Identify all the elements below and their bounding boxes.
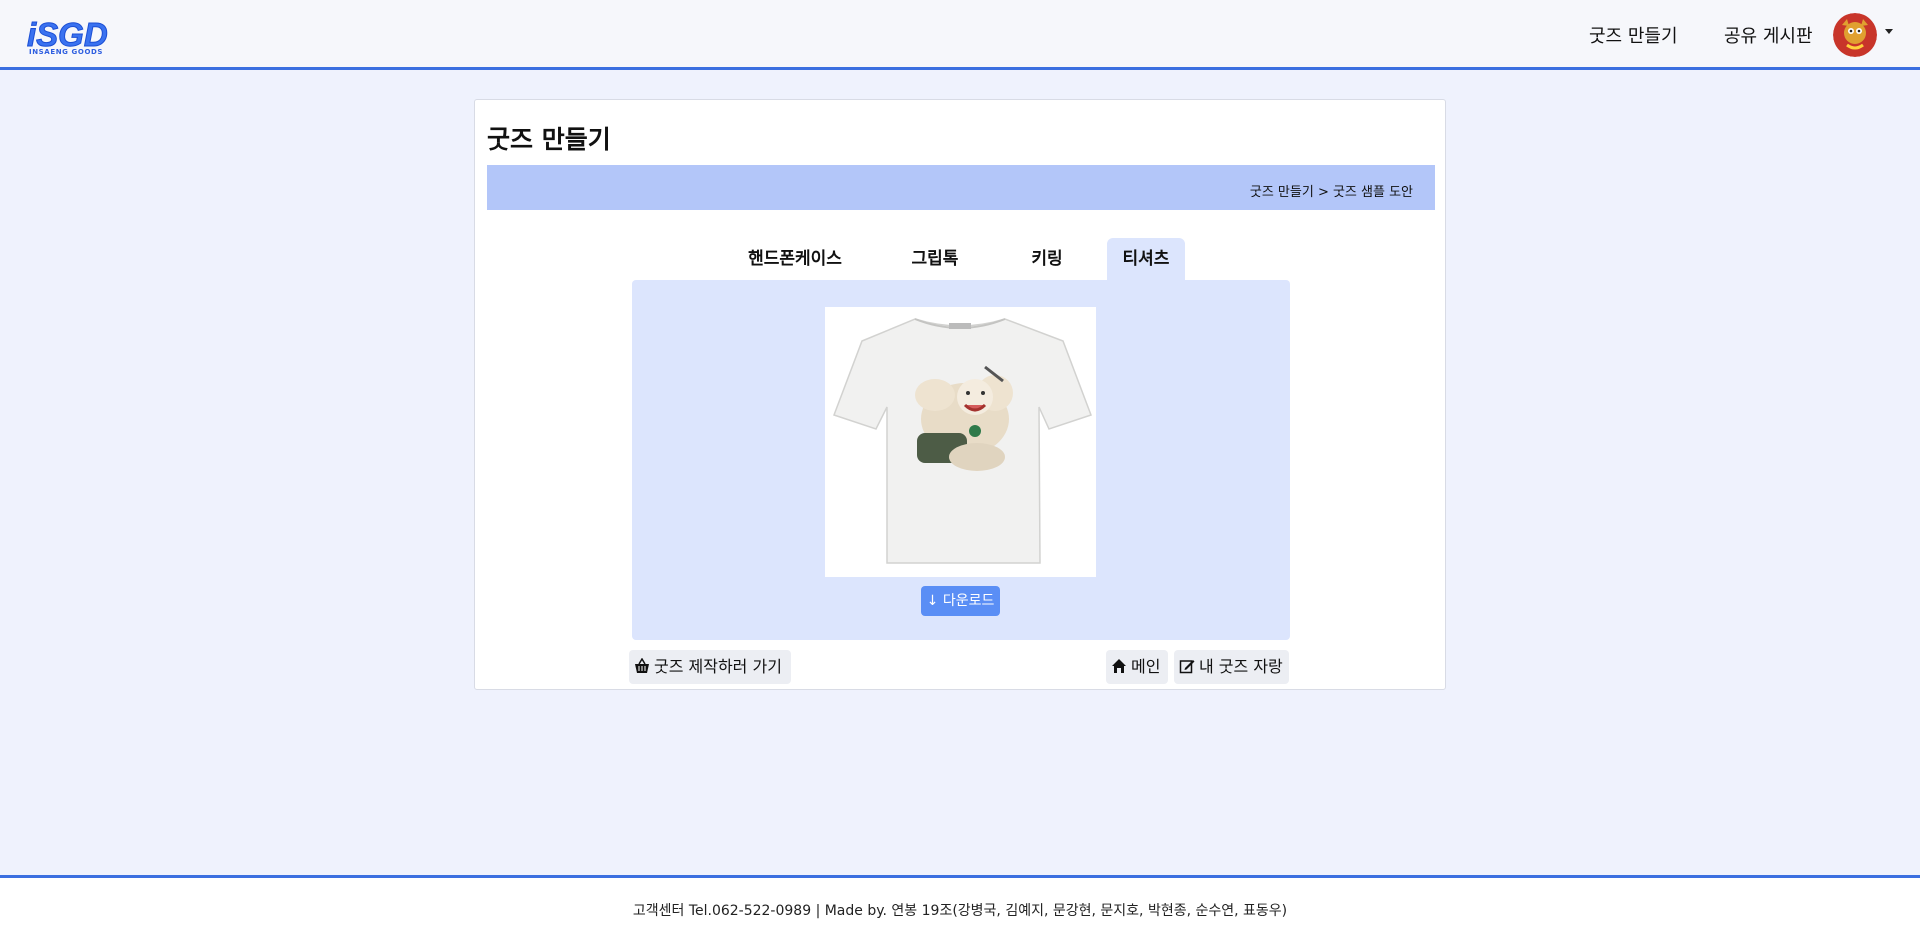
footer: 고객센터 Tel.062-522-0989 | Made by. 연봉 19조(…	[0, 875, 1920, 937]
tab-phone-case[interactable]: 핸드폰케이스	[735, 238, 855, 280]
house-icon	[1112, 659, 1126, 673]
nav-share-board[interactable]: 공유 게시판	[1724, 22, 1813, 48]
logo-subtitle: INSAENG GOODS	[29, 48, 104, 56]
tab-keyring[interactable]: 키링	[1009, 238, 1085, 280]
tshirt-illustration	[833, 318, 1092, 564]
show-off-goods-label: 내 굿즈 자랑	[1199, 657, 1283, 676]
sample-panel: ↓ 다운로드	[632, 280, 1290, 640]
main-button-label: 메인	[1131, 657, 1161, 676]
tab-tshirt[interactable]: 티셔츠	[1107, 238, 1185, 280]
go-make-goods-button[interactable]: 굿즈 제작하러 가기	[629, 650, 791, 684]
show-off-goods-button[interactable]: 내 굿즈 자랑	[1174, 650, 1289, 684]
download-button[interactable]: ↓ 다운로드	[921, 586, 1000, 616]
avatar[interactable]	[1833, 13, 1877, 57]
tshirt-sample-image	[825, 307, 1096, 577]
tabs: 핸드폰케이스 그립톡 키링 티셔츠	[475, 238, 1445, 280]
go-make-goods-label: 굿즈 제작하러 가기	[654, 657, 782, 676]
breadcrumb-bar: 굿즈 만들기 > 굿즈 샘플 도안	[487, 165, 1435, 210]
page-title: 굿즈 만들기	[487, 125, 611, 154]
edit-icon	[1179, 660, 1195, 674]
goods-card: 굿즈 만들기 굿즈 만들기 > 굿즈 샘플 도안 핸드폰케이스 그립톡 키링 티…	[474, 99, 1446, 690]
main-button[interactable]: 메인	[1106, 650, 1168, 684]
caret-down-icon[interactable]	[1883, 26, 1895, 36]
tab-grip-tok[interactable]: 그립톡	[895, 238, 975, 280]
breadcrumb: 굿즈 만들기 > 굿즈 샘플 도안	[1249, 185, 1413, 200]
basket-icon	[635, 657, 649, 673]
header: iSGD INSAENG GOODS 굿즈 만들기 공유 게시판	[0, 0, 1920, 70]
avatar-character-icon	[1833, 13, 1877, 57]
footer-text: 고객센터 Tel.062-522-0989 | Made by. 연봉 19조(…	[632, 903, 1288, 919]
nav-make-goods[interactable]: 굿즈 만들기	[1589, 22, 1678, 48]
